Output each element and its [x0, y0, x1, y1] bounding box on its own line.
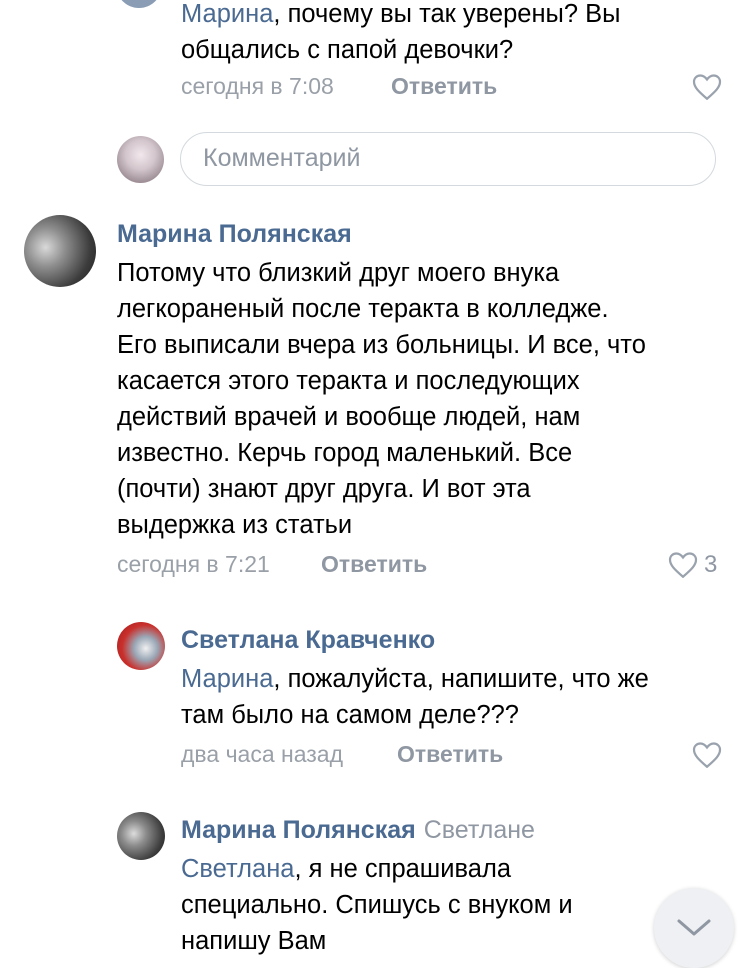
- mention-link[interactable]: Марина: [181, 0, 273, 28]
- chevron-down-icon: [677, 919, 711, 936]
- comment-text: Светлана, я не спрашивала специально. Сп…: [181, 855, 573, 955]
- reply-button[interactable]: Ответить: [321, 551, 427, 578]
- reply-button[interactable]: Ответить: [397, 741, 503, 768]
- reply-button[interactable]: Ответить: [391, 73, 497, 100]
- user-avatar: [117, 136, 164, 183]
- comment-text: Потому что близкий друг моего внука легк…: [117, 259, 646, 539]
- like-heart-icon[interactable]: [668, 552, 698, 578]
- mention-link[interactable]: Марина: [181, 665, 273, 693]
- mention-link[interactable]: Светлана: [181, 855, 294, 883]
- avatar[interactable]: [24, 215, 96, 287]
- comment-time: сегодня в 7:08: [181, 73, 334, 99]
- author-name[interactable]: Марина Полянская: [117, 220, 352, 249]
- comment-input[interactable]: Комментарий: [180, 132, 716, 186]
- comment-time: два часа назад: [181, 741, 344, 767]
- like-heart-icon[interactable]: [692, 74, 722, 100]
- author-name[interactable]: Марина Полянская Светлане: [181, 816, 535, 845]
- avatar[interactable]: [117, 622, 165, 670]
- comment-text: Марина, почему вы так уверены? Вы общали…: [181, 0, 621, 64]
- author-name[interactable]: Светлана Кравченко: [181, 626, 435, 655]
- reply-to-name[interactable]: Светлане: [424, 816, 535, 844]
- like-heart-icon[interactable]: [692, 742, 722, 768]
- avatar[interactable]: [116, 0, 162, 8]
- comment-text: Марина, пожалуйста, напишите, что же там…: [181, 665, 649, 729]
- comment-time: сегодня в 7:21: [117, 551, 270, 577]
- avatar[interactable]: [117, 812, 165, 860]
- like-count: 3: [704, 551, 718, 578]
- scroll-down-button[interactable]: [654, 888, 734, 968]
